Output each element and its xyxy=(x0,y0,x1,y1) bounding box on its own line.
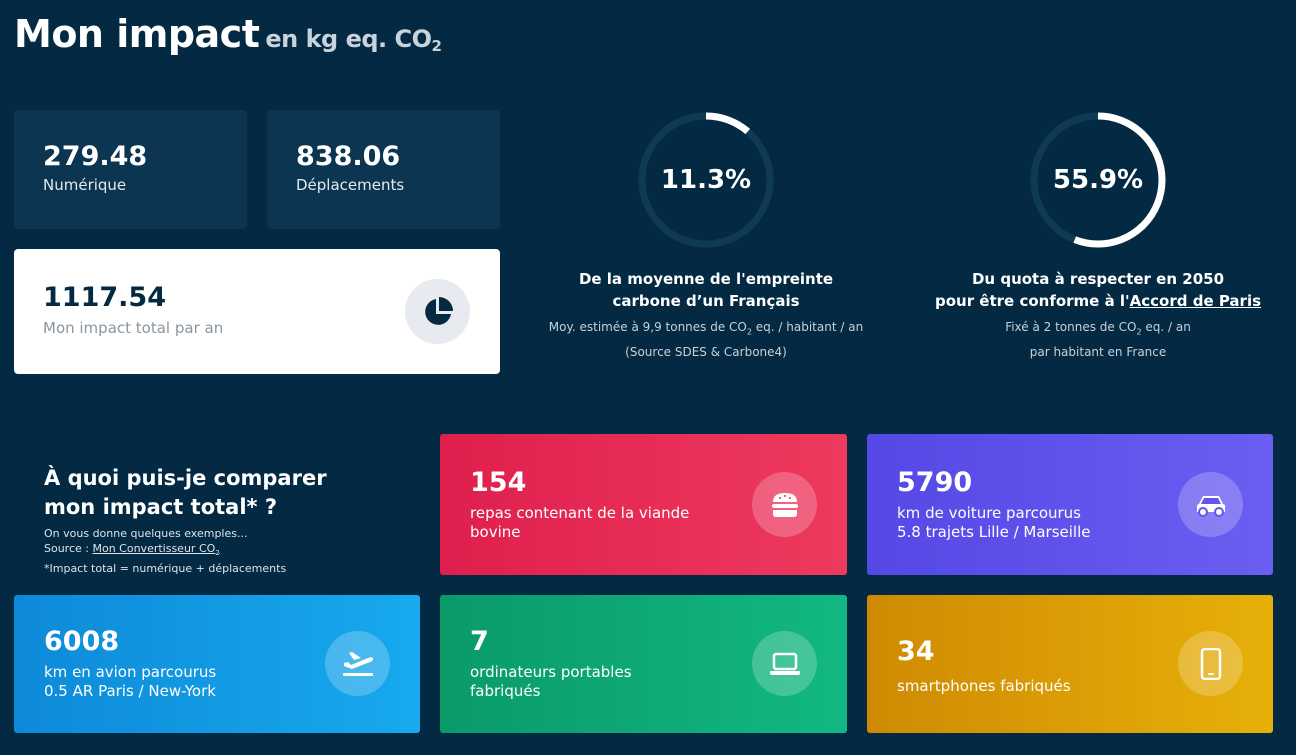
gauge-french-average-caption: De la moyenne de l'empreinte carbone d’u… xyxy=(520,268,892,362)
compare-source: Source : Mon Convertisseur CO2 xyxy=(44,541,414,561)
gauge-1-line2: carbone d’un Français xyxy=(612,292,800,310)
title-unit-sub: 2 xyxy=(431,37,442,55)
gauge-2-line1: Du quota à respecter en 2050 xyxy=(971,270,1225,288)
stat-numerique: 279.48 Numérique xyxy=(14,110,247,229)
accord-de-paris-link[interactable]: Accord de Paris xyxy=(1130,292,1261,310)
compare-footnote: *Impact total = numérique + déplacements xyxy=(44,562,287,576)
compare-section-heading: À quoi puis-je comparer mon impact total… xyxy=(44,464,414,576)
title-unit: en kg eq. CO2 xyxy=(265,25,442,55)
pie-chart-icon[interactable] xyxy=(405,279,470,344)
gauge-paris-quota-percent: 55.9% xyxy=(1052,165,1144,195)
page-title: Mon impact en kg eq. CO2 xyxy=(14,12,442,56)
gauge-paris-quota: 55.9% xyxy=(1028,110,1168,250)
gauge-1-sub1-b: eq. / habitant / an xyxy=(751,320,864,334)
stat-deplacements-value: 838.06 xyxy=(296,141,401,172)
compare-question-line1: À quoi puis-je comparer xyxy=(44,466,327,490)
card-beef-meals: 154 repas contenant de la viande bovine xyxy=(440,434,847,575)
card-smartphones: 34 smartphones fabriqués xyxy=(867,595,1273,733)
convertisseur-link-sub: 2 xyxy=(215,549,220,558)
gauge-2-line2-text: pour être conforme à l' xyxy=(934,292,1130,310)
compare-examples: On vous donne quelques exemples... xyxy=(44,527,248,540)
stat-deplacements: 838.06 Déplacements xyxy=(267,110,500,229)
gauge-french-average: 11.3% xyxy=(636,110,776,250)
total-impact-card: 1117.54 Mon impact total par an xyxy=(14,249,500,374)
compare-source-label: Source : xyxy=(44,542,93,555)
compare-question-line2: mon impact total* ? xyxy=(44,495,277,519)
car-icon xyxy=(1178,472,1243,537)
card-plane-km: 6008 km en avion parcourus 0.5 AR Paris … xyxy=(14,595,420,733)
card-laptops: 7 ordinateurs portables fabriqués xyxy=(440,595,847,733)
gauge-1-sub1-a: Moy. estimée à 9,9 tonnes de CO xyxy=(548,320,747,334)
burger-icon xyxy=(752,472,817,537)
gauge-2-sub2: par habitant en France xyxy=(1029,345,1167,360)
stat-deplacements-label: Déplacements xyxy=(296,176,405,194)
laptop-icon xyxy=(752,631,817,696)
gauge-2-line2: pour être conforme à l'Accord de Paris xyxy=(910,290,1286,312)
title-text: Mon impact xyxy=(14,12,260,56)
gauge-1-line1: De la moyenne de l'empreinte xyxy=(578,270,834,288)
smartphone-icon xyxy=(1178,631,1243,696)
gauge-french-average-percent: 11.3% xyxy=(660,165,752,195)
convertisseur-link-text: Mon Convertisseur CO xyxy=(92,542,216,555)
gauge-1-sub2: (Source SDES & Carbone4) xyxy=(625,345,787,360)
gauge-2-sub1-a: Fixé à 2 tonnes de CO xyxy=(1005,320,1137,334)
airplane-icon xyxy=(325,631,390,696)
title-unit-text: en kg eq. CO xyxy=(265,25,432,53)
gauge-2-sub1: Fixé à 2 tonnes de CO2 eq. / an xyxy=(910,317,1286,342)
card-car-km: 5790 km de voiture parcourus 5.8 trajets… xyxy=(867,434,1273,575)
gauge-1-sub1: Moy. estimée à 9,9 tonnes de CO2 eq. / h… xyxy=(520,317,892,342)
convertisseur-link[interactable]: Mon Convertisseur CO2 xyxy=(92,542,220,558)
gauge-paris-quota-caption: Du quota à respecter en 2050 pour être c… xyxy=(910,268,1286,362)
stat-numerique-value: 279.48 xyxy=(43,141,148,172)
stat-numerique-label: Numérique xyxy=(43,176,127,194)
gauge-2-sub1-b: eq. / an xyxy=(1141,320,1191,334)
